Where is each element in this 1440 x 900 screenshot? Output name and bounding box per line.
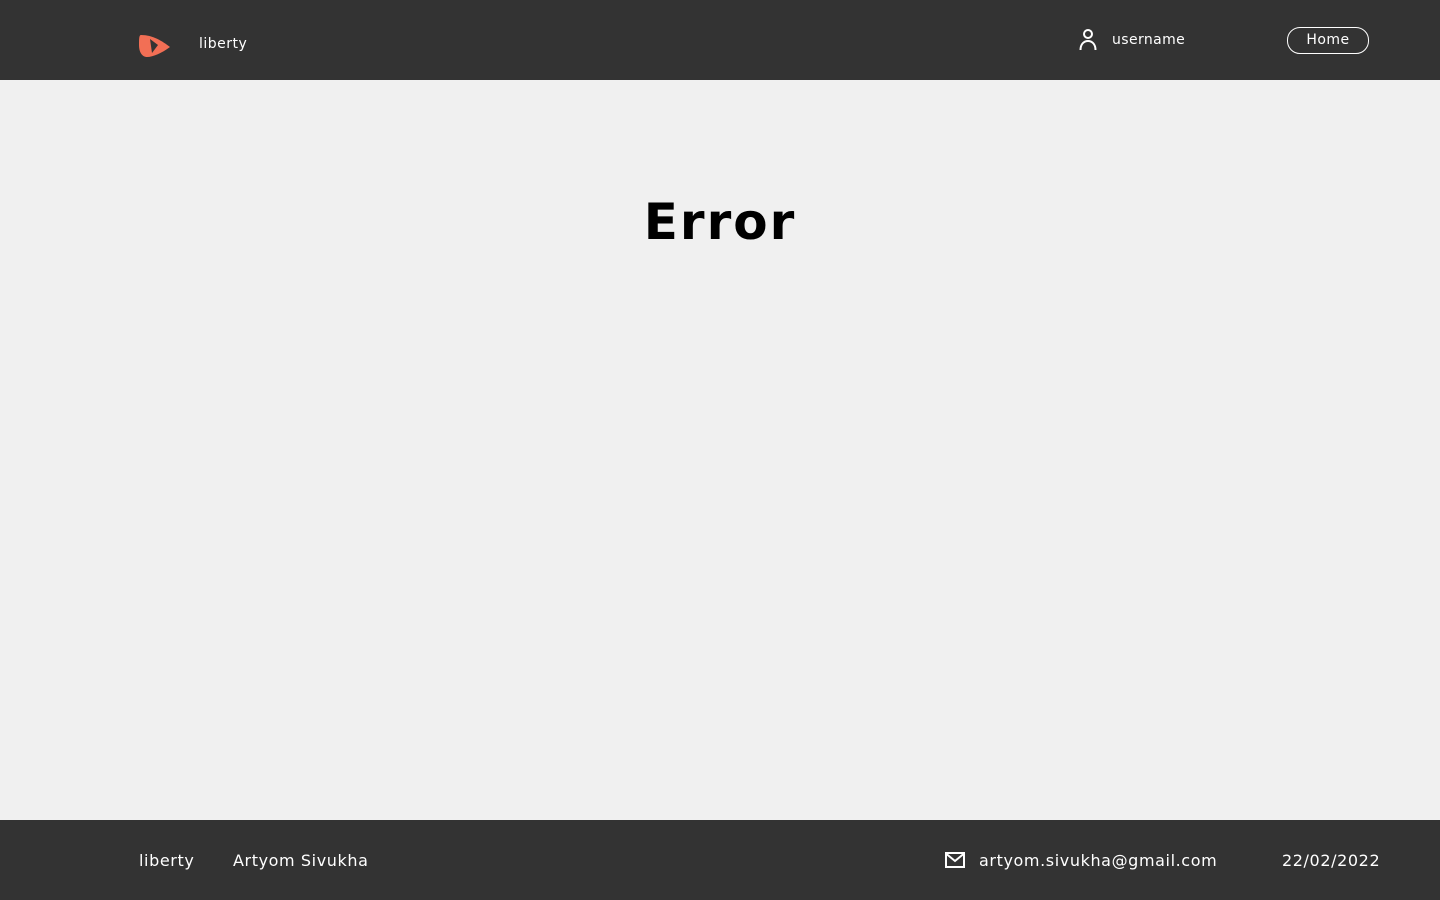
page-title: Error [643,193,797,251]
footer-brand: liberty [139,851,195,870]
user-icon[interactable] [1079,29,1097,51]
main-content: Error [0,80,1440,820]
home-button[interactable]: Home [1287,27,1369,54]
mail-icon [945,852,965,868]
footer: liberty Artyom Sivukha artyom.sivukha@gm… [0,820,1440,900]
footer-email-link[interactable]: artyom.sivukha@gmail.com [979,851,1217,870]
footer-date: 22/02/2022 [1282,851,1381,870]
liberty-logo-icon[interactable] [139,33,171,58]
footer-author: Artyom Sivukha [233,851,369,870]
brand-name[interactable]: liberty [199,36,247,52]
username-label[interactable]: username [1112,32,1185,48]
top-navbar: liberty username Home [0,0,1440,80]
